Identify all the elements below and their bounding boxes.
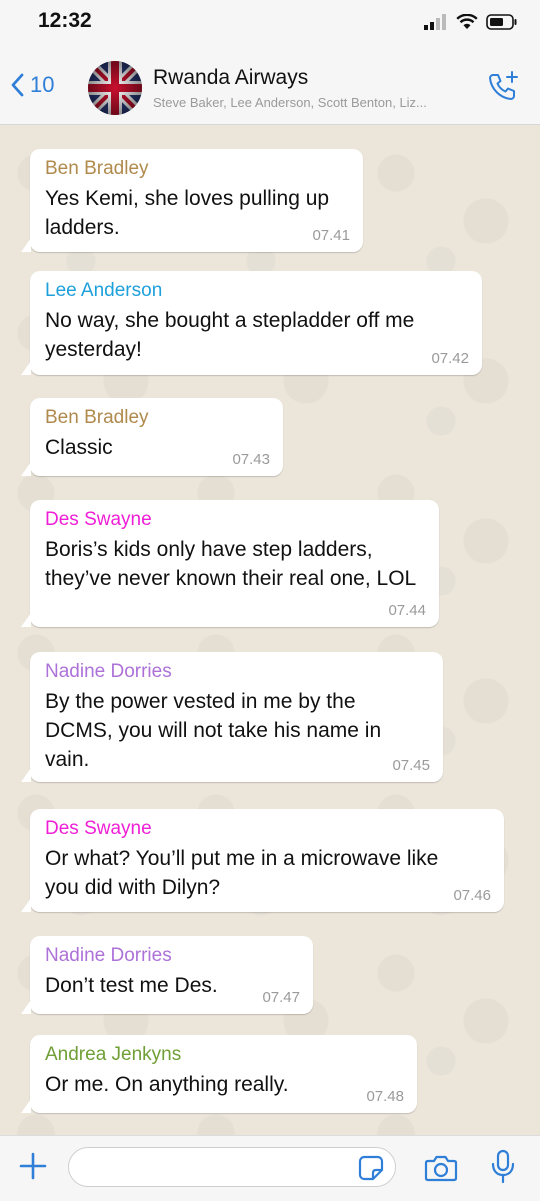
message-time: 07.42 — [431, 350, 469, 367]
message-sender: Nadine Dorries — [45, 661, 172, 682]
plus-icon — [19, 1152, 47, 1180]
message-bubble[interactable]: Des Swayne Boris’s kids only have step l… — [21, 500, 439, 627]
microphone-button[interactable] — [490, 1149, 516, 1190]
message-time: 07.46 — [453, 887, 491, 904]
message-time: 07.48 — [366, 1088, 404, 1105]
group-avatar[interactable] — [88, 61, 142, 115]
chat-title[interactable]: Rwanda Airways — [153, 66, 308, 90]
message-text: Yes Kemi, she loves pulling up ladders. — [45, 187, 330, 239]
add-call-button[interactable] — [486, 70, 520, 109]
message-sender: Ben Bradley — [45, 407, 149, 428]
message-sender: Ben Bradley — [45, 158, 149, 179]
chevron-left-icon — [11, 73, 24, 97]
chat-header: 10 Rwanda Airways Steve Baker, Lee Ander… — [0, 52, 540, 125]
message-sender: Des Swayne — [45, 509, 152, 530]
battery-icon — [486, 14, 517, 30]
message-bubble[interactable]: Nadine Dorries By the power vested in me… — [21, 652, 443, 782]
message-text: No way, she bought a stepladder off me y… — [45, 309, 415, 361]
chat-participants[interactable]: Steve Baker, Lee Anderson, Scott Benton,… — [153, 95, 478, 110]
message-text: By the power vested in me by the DCMS, y… — [45, 690, 382, 771]
message-sender: Andrea Jenkyns — [45, 1044, 182, 1065]
message-bubble[interactable]: Andrea Jenkyns Or me. On anything really… — [21, 1035, 417, 1113]
wifi-icon — [456, 14, 478, 29]
union-flag-avatar-icon — [88, 61, 142, 115]
message-bubble[interactable]: Lee Anderson No way, she bought a stepla… — [21, 271, 482, 375]
message-time: 07.44 — [388, 602, 426, 619]
message-time: 07.47 — [262, 989, 300, 1006]
back-button[interactable]: 10 — [10, 72, 54, 98]
message-input[interactable] — [68, 1147, 396, 1187]
microphone-icon — [491, 1149, 515, 1184]
message-bubble[interactable]: Ben Bradley Classic 07.43 — [21, 398, 283, 476]
back-count: 10 — [30, 72, 55, 97]
message-bubble[interactable]: Des Swayne Or what? You’ll put me in a m… — [21, 809, 504, 912]
message-time: 07.43 — [232, 451, 270, 468]
signal-icon — [424, 14, 446, 30]
message-time: 07.45 — [392, 757, 430, 774]
phone-plus-icon — [489, 71, 518, 100]
chat-messages-area[interactable]: Ben Bradley Yes Kemi, she loves pulling … — [0, 125, 540, 1135]
attach-button[interactable] — [18, 1151, 48, 1186]
message-bubble[interactable]: Ben Bradley Yes Kemi, she loves pulling … — [21, 149, 363, 252]
camera-button[interactable] — [424, 1153, 458, 1188]
message-sender: Des Swayne — [45, 818, 152, 839]
sticker-button[interactable] — [358, 1155, 384, 1186]
camera-icon — [424, 1155, 458, 1182]
status-time: 12:32 — [38, 9, 92, 32]
message-bubble[interactable]: Nadine Dorries Don’t test me Des. 07.47 — [21, 936, 313, 1014]
message-sender: Nadine Dorries — [45, 945, 172, 966]
message-text: Don’t test me Des. — [45, 974, 218, 997]
message-sender: Lee Anderson — [45, 280, 163, 301]
status-bar: 12:32 — [0, 0, 540, 52]
message-input-bar — [0, 1135, 540, 1201]
message-text: Or what? You’ll put me in a microwave li… — [45, 847, 439, 899]
message-time: 07.41 — [312, 227, 350, 244]
sticker-icon — [358, 1155, 384, 1181]
status-icons — [424, 14, 518, 30]
message-text: Or me. On anything really. — [45, 1073, 289, 1096]
message-text: Boris’s kids only have step ladders, the… — [45, 538, 417, 590]
